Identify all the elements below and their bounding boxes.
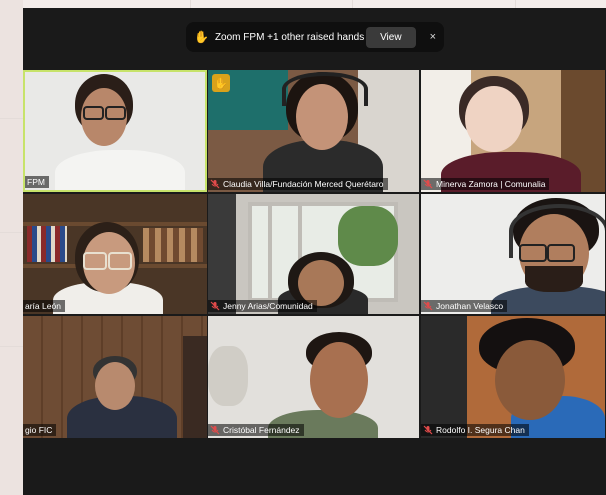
- raised-hand-icon: ✋: [212, 74, 230, 92]
- participant-name: Cristóbal Fernández: [223, 425, 300, 435]
- participant-name: Rodolfo I. Segura Chan: [436, 425, 525, 435]
- participant-name-tag: Minerva Zamora | Comunalia: [421, 178, 550, 190]
- video-feed: [25, 72, 205, 190]
- participant-name-tag: aría León: [23, 300, 65, 312]
- participant-name-tag: gio FIC: [23, 424, 57, 436]
- video-tile-jonathan-velasco[interactable]: Jonathan Velasco: [421, 194, 605, 314]
- page-grid-line: [0, 0, 23, 495]
- video-tile-fpm[interactable]: FPM: [23, 70, 207, 192]
- raised-hands-message: Zoom FPM +1 other raised hands: [214, 31, 365, 43]
- page-grid-line: [0, 232, 23, 233]
- page-grid-line: [515, 0, 516, 8]
- page-grid-line: [0, 118, 23, 119]
- participant-name: aría León: [25, 301, 61, 311]
- mic-muted-icon: [423, 425, 433, 435]
- view-raised-hands-button[interactable]: View: [366, 26, 416, 48]
- raised-hand-icon: ✋: [194, 30, 209, 44]
- participant-name: Jonathan Velasco: [436, 301, 504, 311]
- mic-muted-icon: [210, 301, 220, 311]
- close-icon[interactable]: ×: [430, 31, 436, 43]
- page-grid-line: [0, 346, 23, 347]
- participant-name: Minerva Zamora | Comunalia: [436, 179, 546, 189]
- participant-name-tag: Cristóbal Fernández: [208, 424, 304, 436]
- video-tile-rodolfo-segura[interactable]: Rodolfo I. Segura Chan: [421, 316, 605, 438]
- video-feed: [421, 194, 605, 314]
- video-feed: [421, 316, 605, 438]
- participant-name: Claudia Villa/Fundación Merced Querétaro: [223, 179, 384, 189]
- video-tile-minerva-zamora[interactable]: Minerva Zamora | Comunalia: [421, 70, 605, 192]
- participant-name: gio FIC: [25, 425, 53, 435]
- video-feed: [23, 316, 207, 438]
- participant-name-tag: FPM: [25, 176, 49, 188]
- video-feed: [208, 316, 419, 438]
- video-tile-maria-leon[interactable]: aría León: [23, 194, 207, 314]
- mic-muted-icon: [423, 301, 433, 311]
- participant-name-tag: Rodolfo I. Segura Chan: [421, 424, 529, 436]
- participant-name-tag: Claudia Villa/Fundación Merced Querétaro: [208, 178, 388, 190]
- video-feed: [208, 194, 419, 314]
- video-tile-jenny-arias[interactable]: Jenny Arias/Comunidad: [208, 194, 419, 314]
- participant-name-tag: Jonathan Velasco: [421, 300, 508, 312]
- mic-muted-icon: [423, 179, 433, 189]
- participant-name: Jenny Arias/Comunidad: [223, 301, 313, 311]
- video-feed: [23, 194, 207, 314]
- video-tile-gio-fic[interactable]: gio FIC: [23, 316, 207, 438]
- participant-name-tag: Jenny Arias/Comunidad: [208, 300, 317, 312]
- participant-name: FPM: [27, 177, 45, 187]
- video-feed: [421, 70, 605, 192]
- mic-muted-icon: [210, 179, 220, 189]
- video-tile-cristobal-fernandez[interactable]: Cristóbal Fernández: [208, 316, 419, 438]
- page-grid-line: [190, 0, 191, 8]
- raised-hands-banner: ✋ Zoom FPM +1 other raised hands View ×: [186, 22, 444, 52]
- mic-muted-icon: [210, 425, 220, 435]
- video-feed: [208, 70, 419, 192]
- page-grid-line: [352, 0, 353, 8]
- video-tile-claudia-villa[interactable]: ✋ Claudia Villa/Fundación Merced Queréta…: [208, 70, 419, 192]
